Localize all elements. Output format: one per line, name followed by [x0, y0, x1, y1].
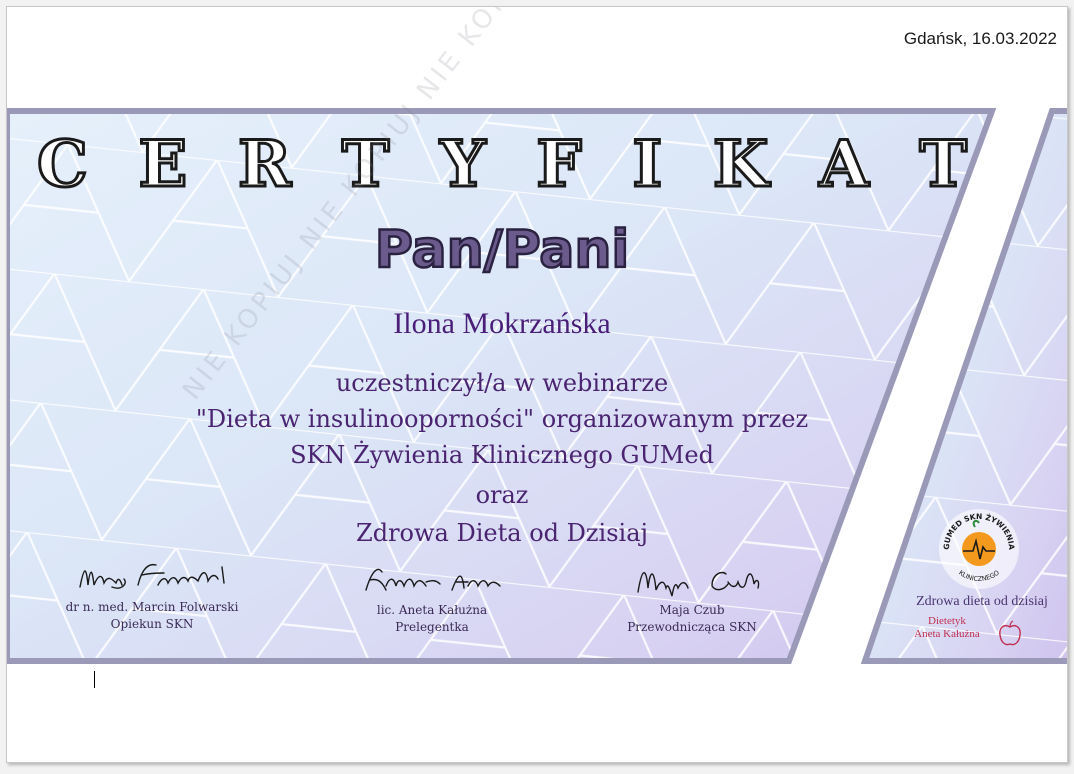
- signature-role: Opiekun SKN: [110, 617, 194, 631]
- title-letter: E: [137, 126, 189, 204]
- title-letter: K: [711, 126, 770, 204]
- body-line-5: Zdrowa Dieta od Dzisiaj: [356, 519, 648, 547]
- body-line-2: "Dieta w insulinooporności" organizowany…: [195, 405, 809, 433]
- handwritten-signature: [79, 563, 225, 589]
- certificate-title: C E R T Y F I K A T: [36, 126, 969, 204]
- title-letter: A: [818, 126, 871, 204]
- zdd-logo-title: Zdrowa dieta od dzisiaj: [916, 594, 1048, 609]
- body-line-3: SKN Żywienia Klinicznego GUMed: [290, 441, 714, 469]
- title-letter: C: [36, 126, 90, 204]
- recipient-name: Ilona Mokrzańska: [393, 307, 611, 340]
- apple-icon: [999, 620, 1021, 646]
- signature-block-3: Maja Czub Przewodnicząca SKN: [587, 560, 797, 636]
- handwritten-signature: [637, 571, 760, 597]
- handwritten-signature: [365, 568, 501, 591]
- title-letter: T: [918, 126, 969, 204]
- body-line-1: uczestniczył/a w webinarze: [335, 369, 669, 397]
- skn-gumed-logo: GUMED SKN ŻYWIENIA KLINICZNEGO: [939, 509, 1019, 589]
- zdd-logo-subtitle: Dietetyk Aneta Kałużna: [902, 615, 992, 641]
- signature-block-2: lic. Aneta Kałużna Prelegentka: [327, 560, 537, 636]
- signature-name: Maja Czub: [659, 603, 725, 617]
- text-cursor: [94, 671, 95, 688]
- title-letter: R: [236, 126, 292, 204]
- title-letter: I: [631, 126, 664, 204]
- signature-name: dr n. med. Marcin Folwarski: [65, 600, 239, 614]
- signature-block-1: dr n. med. Marcin Folwarski Opiekun SKN: [47, 557, 257, 633]
- zdd-logo-sub2: Aneta Kałużna: [914, 628, 980, 640]
- title-letter: Y: [438, 126, 487, 204]
- signature-role: Prelegentka: [395, 620, 469, 634]
- signature-role: Przewodnicząca SKN: [627, 620, 757, 634]
- certificate-page: Gdańsk, 16.03.2022 C E R T Y F I K A T P…: [6, 6, 1068, 763]
- zdd-logo-sub1: Dietetyk: [928, 615, 966, 627]
- title-letter: F: [535, 126, 583, 204]
- body-line-4: oraz: [475, 481, 529, 509]
- honorific: Pan/Pani: [374, 219, 631, 282]
- signature-name: lic. Aneta Kałużna: [376, 603, 488, 617]
